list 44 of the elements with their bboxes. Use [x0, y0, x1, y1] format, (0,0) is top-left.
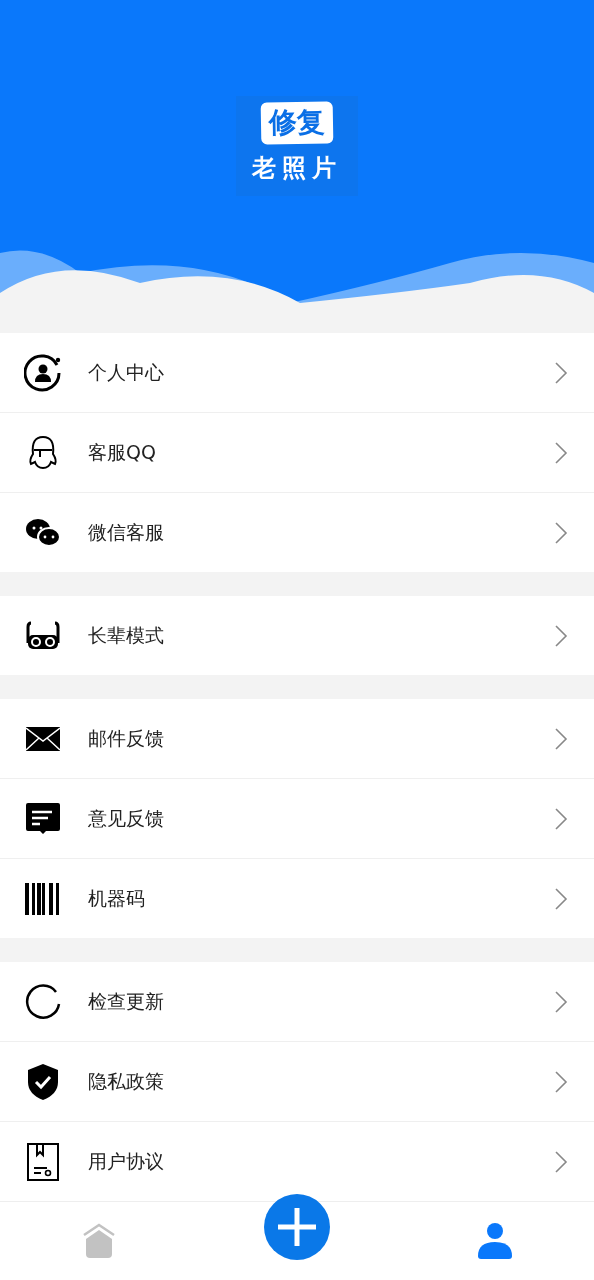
shield-check-icon — [28, 1063, 58, 1100]
chevron-right-icon — [554, 989, 568, 1014]
barcode-icon — [25, 882, 61, 915]
chevron-right-icon — [554, 623, 568, 648]
menu-label: 用户协议 — [88, 1148, 165, 1174]
nav-tab[interactable] — [262, 1192, 332, 1262]
menu-label: 长辈模式 — [88, 622, 165, 648]
menu-label: 邮件反馈 — [88, 725, 165, 751]
chevron-right-icon — [554, 520, 568, 545]
menu-label: 个人中心 — [88, 359, 165, 385]
menu-label: 隐私政策 — [88, 1068, 165, 1094]
chevron-right-icon — [554, 1149, 568, 1174]
chevron-right-icon — [554, 886, 568, 911]
home-icon — [82, 1223, 116, 1259]
logo-badge: 修复 — [260, 101, 334, 145]
chevron-right-icon — [554, 726, 568, 751]
chat-bubbles-icon — [25, 517, 61, 548]
menu-label: 意见反馈 — [88, 805, 165, 831]
menu-label: 机器码 — [88, 885, 146, 911]
menu-item[interactable]: 意见反馈 — [0, 778, 594, 858]
message-icon — [26, 802, 60, 835]
chevron-right-icon — [554, 360, 568, 385]
envelope-icon — [26, 726, 60, 751]
chevron-right-icon — [554, 440, 568, 465]
refresh-icon — [25, 983, 61, 1020]
chevron-right-icon — [554, 806, 568, 831]
penguin-icon — [27, 433, 59, 472]
menu-item[interactable]: 微信客服 — [0, 492, 594, 572]
menu-item[interactable]: 隐私政策 — [0, 1041, 594, 1121]
menu-label: 检查更新 — [88, 988, 165, 1014]
chevron-right-icon — [554, 1069, 568, 1094]
menu-item[interactable]: 检查更新 — [0, 962, 594, 1041]
menu-item[interactable]: 机器码 — [0, 858, 594, 938]
document-icon — [27, 1142, 59, 1181]
menu-item[interactable]: 邮件反馈 — [0, 699, 594, 778]
menu-item[interactable]: 客服QQ — [0, 412, 594, 492]
user-circle-icon — [24, 353, 62, 392]
person-icon — [478, 1223, 512, 1259]
glasses-icon — [26, 620, 60, 651]
logo-text: 老照片 — [252, 153, 342, 184]
menu-label: 客服QQ — [88, 439, 157, 465]
menu-item[interactable]: 长辈模式 — [0, 596, 594, 675]
menu-item[interactable]: 个人中心 — [0, 333, 594, 412]
menu-label: 微信客服 — [88, 519, 165, 545]
